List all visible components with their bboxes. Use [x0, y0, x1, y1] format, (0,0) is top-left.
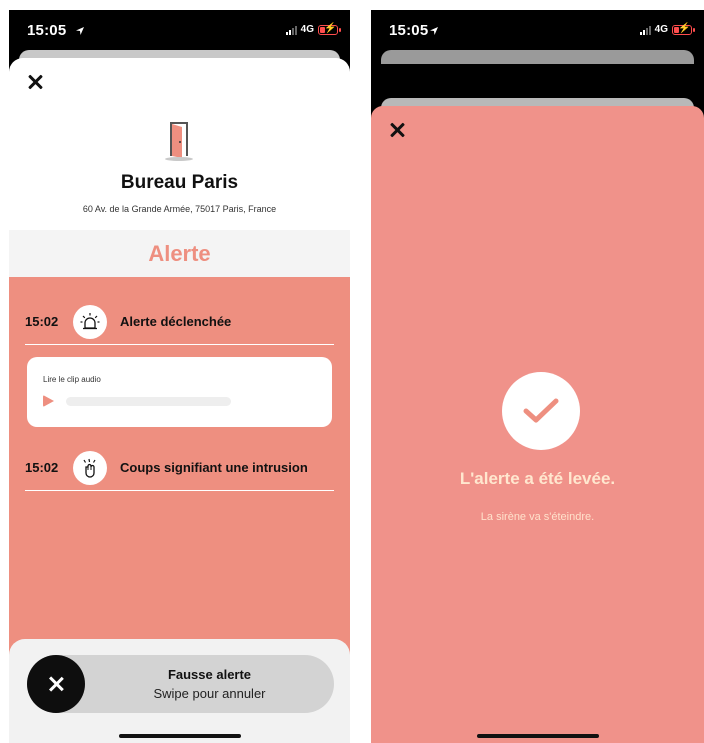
siren-icon: [80, 312, 100, 329]
audio-clip-card: Lire le clip audio: [27, 357, 332, 427]
status-time: 15:05: [389, 22, 429, 39]
resolved-title: L'alerte a été levée.: [459, 469, 616, 488]
home-indicator[interactable]: [118, 734, 241, 738]
knock-hand-icon: [83, 458, 96, 478]
event-label: Alerte déclenchée: [120, 314, 232, 329]
audio-clip-label: Lire le clip audio: [43, 375, 101, 384]
play-icon[interactable]: [43, 395, 54, 407]
battery-icon: ⚡: [672, 23, 695, 35]
signal-icon: [285, 25, 297, 35]
timeline-event: 15:02 Alerte déclenchée: [25, 299, 334, 345]
network-label: 4G: [300, 24, 314, 35]
bottom-action-panel: Fausse alerte Swipe pour annuler: [9, 639, 350, 743]
alert-resolved-sheet: L'alerte a été levée. La sirène va s'éte…: [371, 106, 704, 743]
home-indicator[interactable]: [476, 734, 599, 738]
status-indicators: 4G ⚡: [285, 23, 341, 35]
status-bar: 15:05 4G ⚡: [9, 10, 350, 50]
status-indicators: 4G ⚡: [639, 23, 695, 35]
close-icon[interactable]: [387, 120, 407, 140]
location-arrow-icon: [430, 27, 438, 35]
network-label: 4G: [654, 24, 668, 35]
timeline-event: 15:02 Coups signifiant une intrusion: [25, 445, 334, 491]
checkmark-icon: [523, 398, 559, 423]
place-name: Bureau Paris: [120, 172, 239, 193]
phone-right-screen: 15:05 4G ⚡ L'alerte a été levée. La sirè…: [371, 10, 704, 743]
place-address: 60 Av. de la Grande Armée, 75017 Paris, …: [82, 204, 277, 214]
close-icon[interactable]: [25, 72, 45, 92]
resolved-subtitle: La sirène va s'éteindre.: [480, 511, 595, 523]
battery-icon: ⚡: [318, 23, 341, 35]
alert-detail-sheet: Bureau Paris 60 Av. de la Grande Armée, …: [9, 58, 350, 743]
alert-title: Alerte: [148, 241, 211, 266]
signal-icon: [639, 25, 651, 35]
event-time: 15:02: [25, 314, 59, 329]
background-sheet: [381, 50, 694, 64]
status-bar: 15:05 4G ⚡: [371, 10, 704, 50]
swipe-title: Fausse alerte: [167, 667, 252, 682]
audio-progress-bar[interactable]: [66, 397, 231, 406]
swipe-knob-close-icon[interactable]: [27, 655, 85, 713]
phone-left-screen: 15:05 4G ⚡ Bureau Paris 60 Av. de la Gra…: [9, 10, 350, 743]
status-time: 15:05: [27, 22, 67, 39]
event-label: Coups signifiant une intrusion: [120, 460, 308, 475]
success-badge: [502, 372, 580, 450]
false-alarm-swipe[interactable]: Fausse alerte Swipe pour annuler: [27, 655, 334, 713]
alert-header: Alerte: [9, 230, 350, 277]
event-time: 15:02: [25, 460, 59, 475]
door-icon: [165, 122, 193, 161]
swipe-subtitle: Swipe pour annuler: [153, 686, 266, 701]
location-arrow-icon: [76, 27, 84, 35]
